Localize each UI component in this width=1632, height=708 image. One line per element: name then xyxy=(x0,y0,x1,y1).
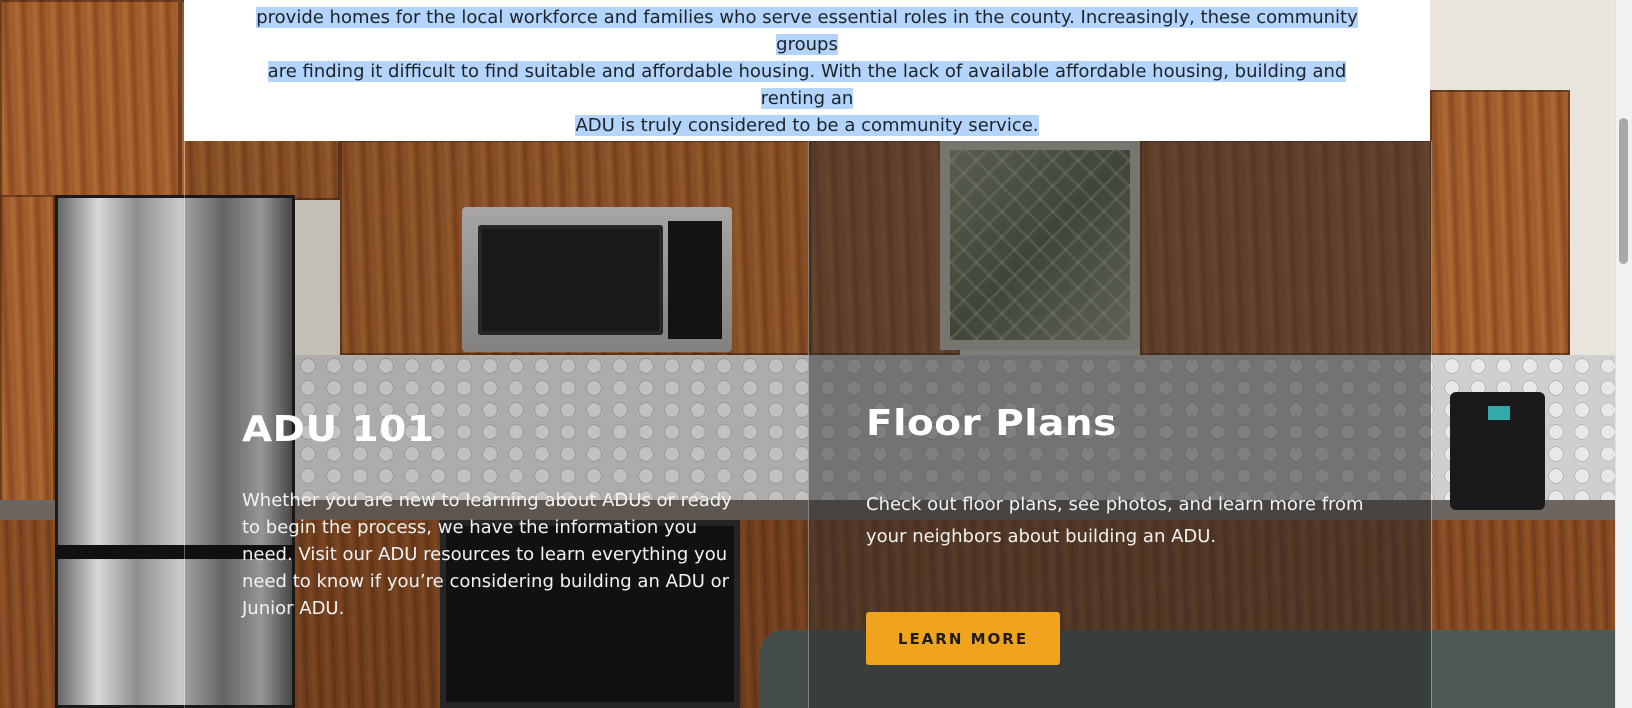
intro-line-2: are finding it difficult to find suitabl… xyxy=(267,61,1347,109)
scrollbar-thumb[interactable] xyxy=(1619,118,1628,264)
intro-paragraph: provide homes for the local workforce an… xyxy=(252,4,1362,139)
intro-line-1: provide homes for the local workforce an… xyxy=(256,7,1358,55)
card-floor-plans: Floor Plans Check out floor plans, see p… xyxy=(808,141,1431,708)
card-description: Check out floor plans, see photos, and l… xyxy=(866,494,1364,547)
card-description: Whether you are new to learning about AD… xyxy=(242,490,732,619)
learn-more-button[interactable]: LEARN MORE xyxy=(866,612,1060,665)
card-adu-101: ADU 101 Whether you are new to learning … xyxy=(185,141,808,708)
page-scrollbar[interactable] xyxy=(1615,0,1632,708)
intro-panel: provide homes for the local workforce an… xyxy=(184,0,1430,141)
card-title: ADU 101 xyxy=(242,409,435,450)
intro-line-3: ADU is truly considered to be a communit… xyxy=(575,115,1039,136)
feature-cards: ADU 101 Whether you are new to learning … xyxy=(184,141,1432,708)
card-title: Floor Plans xyxy=(866,403,1117,444)
